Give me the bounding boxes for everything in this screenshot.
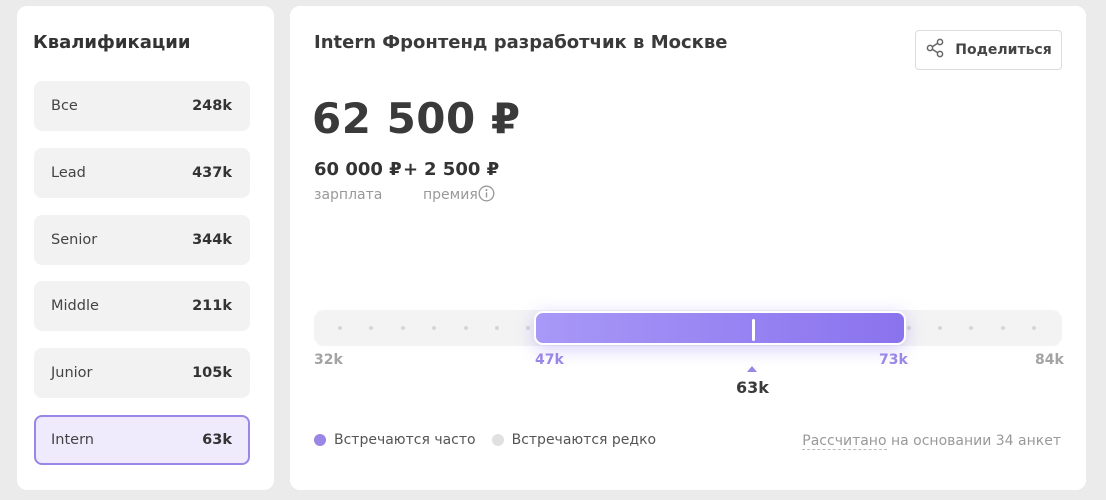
qual-item-value: 437k — [192, 165, 232, 181]
qual-item-value: 63k — [202, 432, 232, 448]
frequent-range-bar — [534, 311, 906, 345]
qual-item-lead[interactable]: Lead 437k — [34, 148, 250, 198]
qual-item-value: 344k — [192, 232, 232, 248]
legend: Встречаются часто Встречаются редко — [314, 432, 672, 448]
track-dot — [401, 326, 405, 330]
track-dot — [369, 326, 373, 330]
qual-item-value: 105k — [192, 365, 232, 381]
qual-item-label: Все — [51, 98, 78, 114]
share-label: Поделиться — [955, 42, 1052, 58]
qual-item-value: 211k — [192, 298, 232, 314]
track-dot — [907, 326, 911, 330]
track-dot — [969, 326, 973, 330]
calc-rest: на основании 34 анкет — [886, 433, 1061, 449]
track-dot — [495, 326, 499, 330]
range-high-label: 73k — [879, 352, 908, 368]
range-max-label: 84k — [1035, 352, 1064, 368]
track-dot — [526, 326, 530, 330]
qual-item-junior[interactable]: Junior 105k — [34, 348, 250, 398]
qual-item-all[interactable]: Все 248k — [34, 81, 250, 131]
track-dot — [338, 326, 342, 330]
salary-panel: Intern Фронтенд разработчик в Москве Под… — [290, 6, 1086, 490]
info-icon[interactable] — [478, 185, 495, 206]
qual-item-label: Lead — [51, 165, 86, 181]
qual-item-label: Junior — [51, 365, 93, 381]
share-button[interactable]: Поделиться — [915, 30, 1062, 70]
qual-item-middle[interactable]: Middle 211k — [34, 281, 250, 331]
track-dot — [464, 326, 468, 330]
track-dot — [1001, 326, 1005, 330]
qualifications-title: Квалификации — [33, 32, 191, 53]
range-low-label: 47k — [535, 352, 564, 368]
plus-sign: + — [403, 159, 419, 180]
total-salary: 62 500 ₽ — [312, 94, 521, 143]
median-marker — [752, 319, 755, 341]
qual-item-senior[interactable]: Senior 344k — [34, 215, 250, 265]
track-dot — [938, 326, 942, 330]
legend-frequent: Встречаются часто — [334, 432, 476, 448]
qual-item-value: 248k — [192, 98, 232, 114]
track-dot — [1032, 326, 1036, 330]
qualifications-panel: Квалификации Все 248k Lead 437k Senior 3… — [17, 6, 274, 490]
page-title: Intern Фронтенд разработчик в Москве — [314, 32, 728, 53]
bonus-caption: премия — [423, 187, 478, 203]
salary-value: 60 000 ₽ — [314, 159, 402, 180]
salary-caption: зарплата — [314, 187, 383, 203]
calc-link[interactable]: Рассчитано — [802, 433, 887, 450]
qual-item-label: Senior — [51, 232, 98, 248]
qual-item-intern[interactable]: Intern 63k — [34, 415, 250, 465]
median-caret-icon — [747, 366, 757, 372]
calc-note: Рассчитано на основании 34 анкет — [802, 433, 1061, 450]
frequent-dot — [314, 434, 326, 446]
qual-item-label: Intern — [51, 432, 94, 448]
share-icon — [925, 38, 945, 62]
legend-rare: Встречаются редко — [511, 432, 657, 448]
track-dot — [432, 326, 436, 330]
rare-dot — [491, 434, 504, 446]
bonus-value: 2 500 ₽ — [424, 159, 500, 180]
median-label: 63k — [736, 378, 769, 397]
salary-range-track — [314, 310, 1062, 346]
qual-item-label: Middle — [51, 298, 99, 314]
range-min-label: 32k — [314, 352, 343, 368]
